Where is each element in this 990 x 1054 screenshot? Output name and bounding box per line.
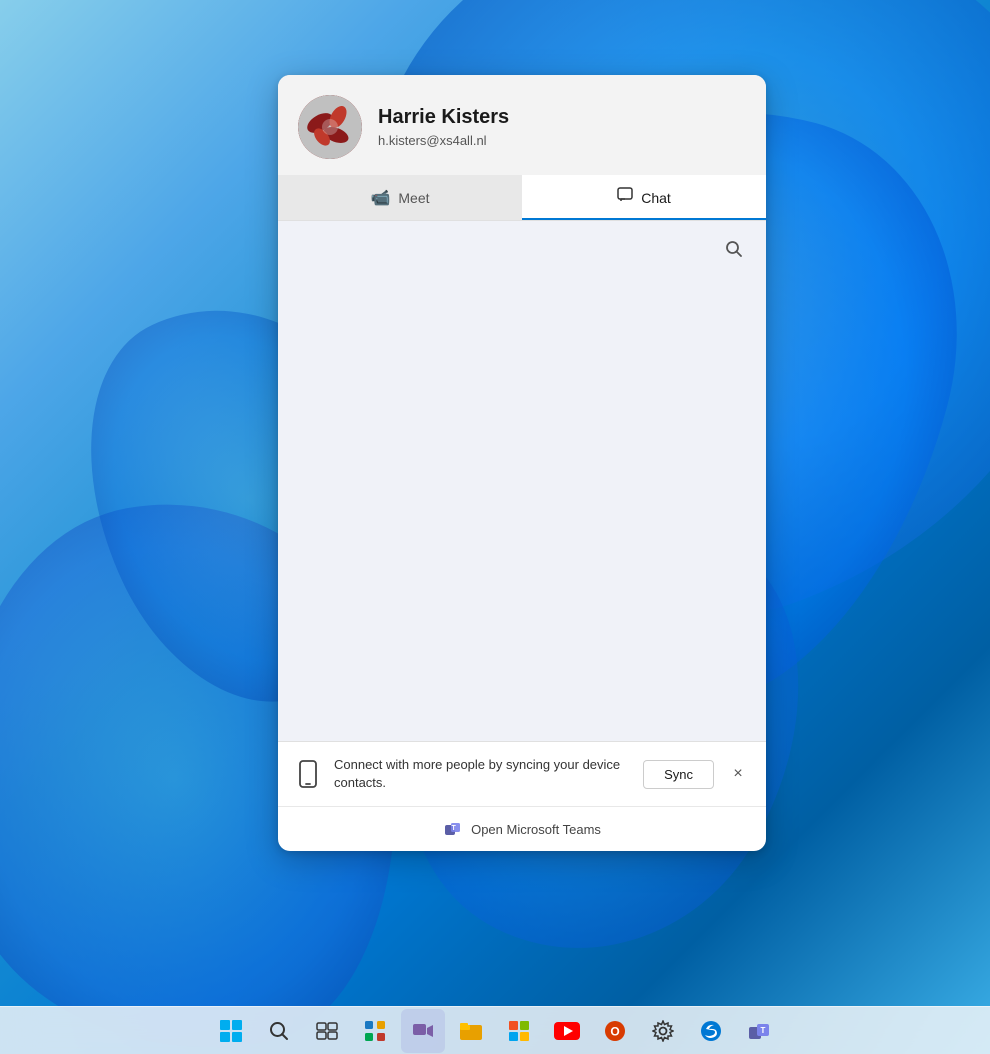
taskbar-teams-chat-button[interactable]	[401, 1009, 445, 1053]
video-icon: 📹	[370, 188, 390, 208]
svg-text:T: T	[452, 825, 457, 832]
contact-card: Harrie Kisters h.kisters@xs4all.nl 📹 Mee…	[278, 75, 766, 851]
desktop: Harrie Kisters h.kisters@xs4all.nl 📹 Mee…	[0, 0, 990, 1054]
youtube-icon	[554, 1022, 580, 1040]
user-info: Harrie Kisters h.kisters@xs4all.nl	[378, 106, 509, 148]
taskbar-search-button[interactable]	[257, 1009, 301, 1053]
taskbar-store-button[interactable]	[497, 1009, 541, 1053]
store-icon	[508, 1020, 530, 1042]
avatar-image	[298, 95, 362, 159]
sync-text: Connect with more people by syncing your…	[334, 756, 631, 792]
office-icon: O	[604, 1020, 626, 1042]
teams-chat-icon	[412, 1020, 434, 1042]
tab-meet[interactable]: 📹 Meet	[278, 175, 522, 220]
search-button[interactable]	[718, 233, 750, 265]
chat-icon	[617, 187, 633, 208]
teams-taskbar-icon: T	[747, 1019, 771, 1043]
user-email: h.kisters@xs4all.nl	[378, 133, 509, 148]
taskbar-settings-button[interactable]	[641, 1009, 685, 1053]
taskbar-office-button[interactable]: O	[593, 1009, 637, 1053]
svg-text:T: T	[761, 1026, 766, 1035]
settings-icon	[652, 1020, 674, 1042]
teams-icon: T	[443, 819, 463, 839]
tab-chat[interactable]: Chat	[522, 175, 766, 220]
card-header: Harrie Kisters h.kisters@xs4all.nl	[278, 75, 766, 175]
edge-icon	[700, 1020, 722, 1042]
taskbar-explorer-button[interactable]	[449, 1009, 493, 1053]
taskbar-edge-button[interactable]	[689, 1009, 733, 1053]
card-body	[278, 221, 766, 741]
svg-text:O: O	[610, 1024, 619, 1038]
phone-icon	[294, 760, 322, 788]
card-tabs: 📹 Meet Chat	[278, 175, 766, 221]
taskbar-youtube-button[interactable]	[545, 1009, 589, 1053]
sync-banner: Connect with more people by syncing your…	[278, 741, 766, 806]
open-teams-label: Open Microsoft Teams	[471, 822, 601, 837]
taskbar-taskview-button[interactable]	[305, 1009, 349, 1053]
taskbar: O T	[0, 1006, 990, 1054]
search-icon	[268, 1020, 290, 1042]
open-teams-footer[interactable]: T Open Microsoft Teams	[278, 806, 766, 851]
sync-close-button[interactable]: ×	[726, 762, 750, 786]
tab-chat-label: Chat	[641, 190, 671, 206]
widgets-icon	[364, 1020, 386, 1042]
user-name: Harrie Kisters	[378, 106, 509, 129]
avatar	[298, 95, 362, 159]
taskbar-start-button[interactable]	[209, 1009, 253, 1053]
windows-logo-icon	[220, 1020, 242, 1042]
taskbar-teams-button[interactable]: T	[737, 1009, 781, 1053]
taskbar-widgets-button[interactable]	[353, 1009, 397, 1053]
sync-button[interactable]: Sync	[643, 760, 714, 789]
tab-meet-label: Meet	[398, 190, 429, 206]
taskview-icon	[316, 1022, 338, 1040]
explorer-icon	[459, 1020, 483, 1042]
